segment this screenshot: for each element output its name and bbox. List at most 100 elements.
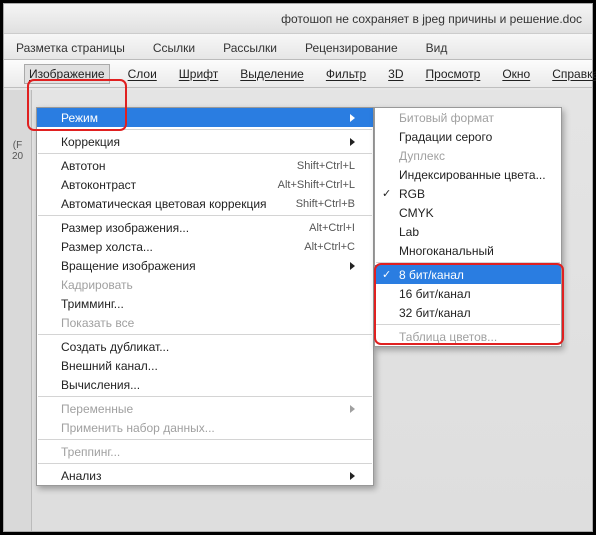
separator	[38, 396, 372, 397]
menu-item-duplicate[interactable]: Создать дубликат...	[37, 337, 373, 356]
mode-color-table: Таблица цветов...	[375, 327, 561, 346]
menu-item-rotate[interactable]: Вращение изображения	[37, 256, 373, 275]
menu-item-variables: Переменные	[37, 399, 373, 418]
separator	[38, 215, 372, 216]
mode-submenu: Битовый формат Градации серого Дуплекс И…	[374, 107, 562, 347]
menu-label: Переменные	[61, 402, 133, 416]
mode-cmyk[interactable]: CMYK	[375, 203, 561, 222]
left-text-b: 20	[4, 151, 31, 162]
mode-multichannel[interactable]: Многоканальный	[375, 241, 561, 260]
tab-view[interactable]: Вид	[422, 38, 452, 59]
menu-3d[interactable]: 3D	[384, 65, 407, 83]
menu-label: CMYK	[399, 206, 434, 220]
left-text-a: (F	[4, 140, 31, 151]
submenu-arrow-icon	[350, 262, 355, 270]
menu-item-analysis[interactable]: Анализ	[37, 466, 373, 485]
menu-item-adjustments[interactable]: Коррекция	[37, 132, 373, 151]
separator	[38, 129, 372, 130]
menu-item-apply-image[interactable]: Внешний канал...	[37, 356, 373, 375]
menu-label: Размер изображения...	[61, 221, 189, 235]
submenu-arrow-icon	[350, 405, 355, 413]
window-title: фотошоп не сохраняет в jpeg причины и ре…	[281, 12, 582, 26]
shortcut: Alt+Ctrl+C	[304, 241, 355, 253]
menu-label: Вычисления...	[61, 378, 140, 392]
mode-32bit[interactable]: 32 бит/канал	[375, 303, 561, 322]
menu-window[interactable]: Окно	[498, 65, 534, 83]
mode-8bit[interactable]: 8 бит/канал	[375, 265, 561, 284]
tab-page-layout[interactable]: Разметка страницы	[12, 38, 129, 59]
menu-label: Индексированные цвета...	[399, 168, 546, 182]
menu-item-mode[interactable]: Режим	[37, 108, 373, 127]
separator	[38, 439, 372, 440]
menu-view[interactable]: Просмотр	[422, 65, 485, 83]
menu-layers[interactable]: Слои	[124, 65, 161, 83]
mode-rgb[interactable]: RGB	[375, 184, 561, 203]
menu-label: Дуплекс	[399, 149, 445, 163]
menu-image[interactable]: Изображение	[24, 64, 110, 84]
menu-filter[interactable]: Фильтр	[322, 65, 370, 83]
separator	[38, 153, 372, 154]
menu-select[interactable]: Выделение	[236, 65, 308, 83]
tab-links[interactable]: Ссылки	[149, 38, 199, 59]
menu-label: Lab	[399, 225, 419, 239]
menu-item-image-size[interactable]: Размер изображения... Alt+Ctrl+I	[37, 218, 373, 237]
menu-type[interactable]: Шрифт	[175, 65, 222, 83]
shortcut: Alt+Shift+Ctrl+L	[278, 179, 355, 191]
menu-label: Тримминг...	[61, 297, 124, 311]
menu-label: Коррекция	[61, 135, 120, 149]
menu-label: Автоматическая цветовая коррекция	[61, 197, 267, 211]
menu-label: Внешний канал...	[61, 359, 158, 373]
separator	[38, 463, 372, 464]
menu-label: Битовый формат	[399, 111, 494, 125]
menu-label: Режим	[61, 111, 98, 125]
shortcut: Alt+Ctrl+I	[309, 222, 355, 234]
menu-label: Автоконтраст	[61, 178, 136, 192]
mode-grayscale[interactable]: Градации серого	[375, 127, 561, 146]
separator	[376, 262, 560, 263]
menu-label: 16 бит/канал	[399, 287, 471, 301]
titlebar: фотошоп не сохраняет в jpeg причины и ре…	[4, 4, 592, 34]
menu-item-calculations[interactable]: Вычисления...	[37, 375, 373, 394]
shortcut: Shift+Ctrl+L	[297, 160, 355, 172]
shortcut: Shift+Ctrl+B	[296, 198, 355, 210]
left-panel: (F 20	[4, 90, 32, 531]
menu-label: Применить набор данных...	[61, 421, 215, 435]
menu-label: Градации серого	[399, 130, 492, 144]
menu-item-trim[interactable]: Тримминг...	[37, 294, 373, 313]
tab-mailings[interactable]: Рассылки	[219, 38, 281, 59]
ribbon-tabs: Разметка страницы Ссылки Рассылки Реценз…	[4, 34, 592, 60]
menu-label: Показать все	[61, 316, 134, 330]
image-menu-dropdown: Режим Коррекция Автотон Shift+Ctrl+L Авт…	[36, 107, 374, 486]
tab-review[interactable]: Рецензирование	[301, 38, 402, 59]
menu-item-apply-dataset: Применить набор данных...	[37, 418, 373, 437]
menu-item-canvas-size[interactable]: Размер холста... Alt+Ctrl+C	[37, 237, 373, 256]
menu-label: 32 бит/канал	[399, 306, 471, 320]
app-window: фотошоп не сохраняет в jpeg причины и ре…	[3, 3, 593, 532]
menu-label: Анализ	[61, 469, 102, 483]
separator	[376, 324, 560, 325]
menu-label: Треппинг...	[61, 445, 120, 459]
mode-duotone: Дуплекс	[375, 146, 561, 165]
menu-item-reveal-all: Показать все	[37, 313, 373, 332]
submenu-arrow-icon	[350, 138, 355, 146]
menu-label: RGB	[399, 187, 425, 201]
menu-item-autotone[interactable]: Автотон Shift+Ctrl+L	[37, 156, 373, 175]
menu-label: 8 бит/канал	[399, 268, 464, 282]
menu-label: Вращение изображения	[61, 259, 196, 273]
menu-label: Размер холста...	[61, 240, 153, 254]
mode-16bit[interactable]: 16 бит/канал	[375, 284, 561, 303]
menu-help[interactable]: Справка	[548, 65, 596, 83]
submenu-arrow-icon	[350, 114, 355, 122]
menubar: Изображение Слои Шрифт Выделение Фильтр …	[4, 60, 592, 88]
menu-item-autocolor[interactable]: Автоматическая цветовая коррекция Shift+…	[37, 194, 373, 213]
mode-lab[interactable]: Lab	[375, 222, 561, 241]
separator	[38, 334, 372, 335]
menu-item-crop: Кадрировать	[37, 275, 373, 294]
menu-label: Кадрировать	[61, 278, 133, 292]
submenu-arrow-icon	[350, 472, 355, 480]
menu-label: Многоканальный	[399, 244, 494, 258]
menu-item-autocontrast[interactable]: Автоконтраст Alt+Shift+Ctrl+L	[37, 175, 373, 194]
menu-item-trap: Треппинг...	[37, 442, 373, 461]
mode-indexed[interactable]: Индексированные цвета...	[375, 165, 561, 184]
menu-label: Автотон	[61, 159, 106, 173]
